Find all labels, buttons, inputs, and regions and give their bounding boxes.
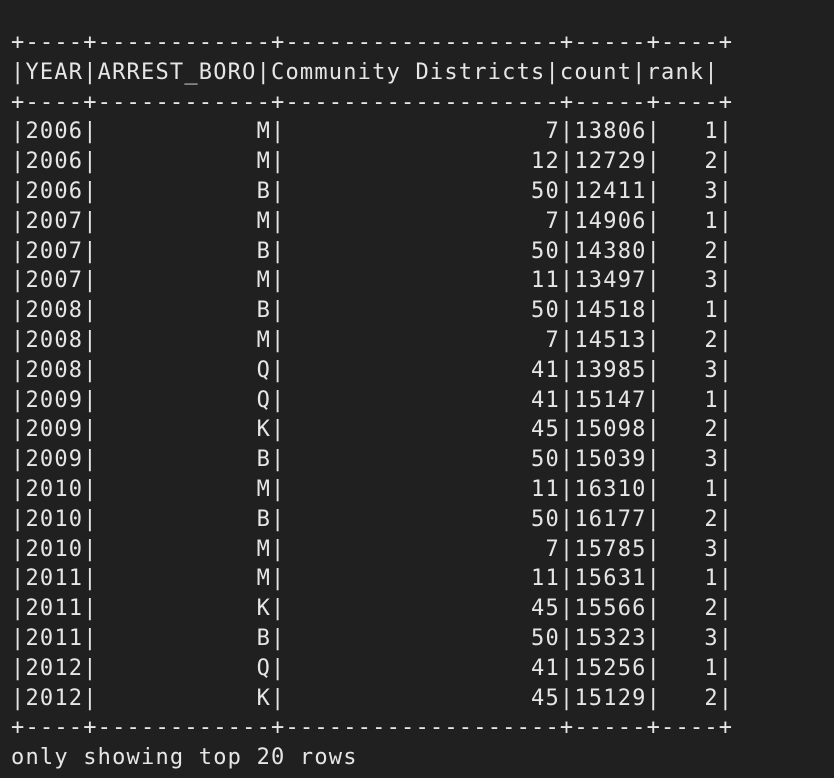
table-row: |2008| B| 50|14518| 1| (11, 298, 734, 324)
table-border-top: +----+------------+-------------------+-… (11, 30, 734, 55)
table-border-bottom: +----+------------+-------------------+-… (11, 715, 734, 741)
table-row: |2012| Q| 41|15256| 1| (11, 655, 734, 681)
table-row: |2007| B| 50|14380| 2| (11, 238, 734, 264)
table-row: |2010| B| 50|16177| 2| (11, 506, 734, 532)
table-row: |2010| M| 11|16310| 1| (11, 476, 734, 502)
table-row: |2011| M| 11|15631| 1| (11, 566, 734, 592)
table-row: |2011| B| 50|15323| 3| (11, 625, 734, 651)
table-row: |2009| Q| 41|15147| 1| (11, 387, 734, 413)
table-header: |YEAR|ARREST_BORO|Community Districts|co… (11, 59, 719, 85)
table-row: |2008| Q| 41|13985| 3| (11, 357, 734, 383)
truncation-note: only showing top 20 rows (11, 745, 358, 771)
table-row: |2007| M| 7|14906| 1| (11, 208, 734, 234)
table-row: |2009| B| 50|15039| 3| (11, 447, 734, 473)
table-row: |2006| M| 12|12729| 2| (11, 149, 734, 175)
terminal-output: +----+------------+-------------------+-… (11, 28, 733, 773)
table-row: |2012| K| 45|15129| 2| (11, 685, 734, 711)
table-row: |2011| K| 45|15566| 2| (11, 596, 734, 622)
table-row: |2010| M| 7|15785| 3| (11, 536, 734, 562)
table-row: |2008| M| 7|14513| 2| (11, 327, 734, 353)
table-row: |2006| B| 50|12411| 3| (11, 178, 734, 204)
table-row: |2006| M| 7|13806| 1| (11, 119, 734, 145)
table-row: |2007| M| 11|13497| 3| (11, 268, 734, 294)
table-row: |2009| K| 45|15098| 2| (11, 417, 734, 443)
table-border-mid: +----+------------+-------------------+-… (11, 89, 734, 115)
